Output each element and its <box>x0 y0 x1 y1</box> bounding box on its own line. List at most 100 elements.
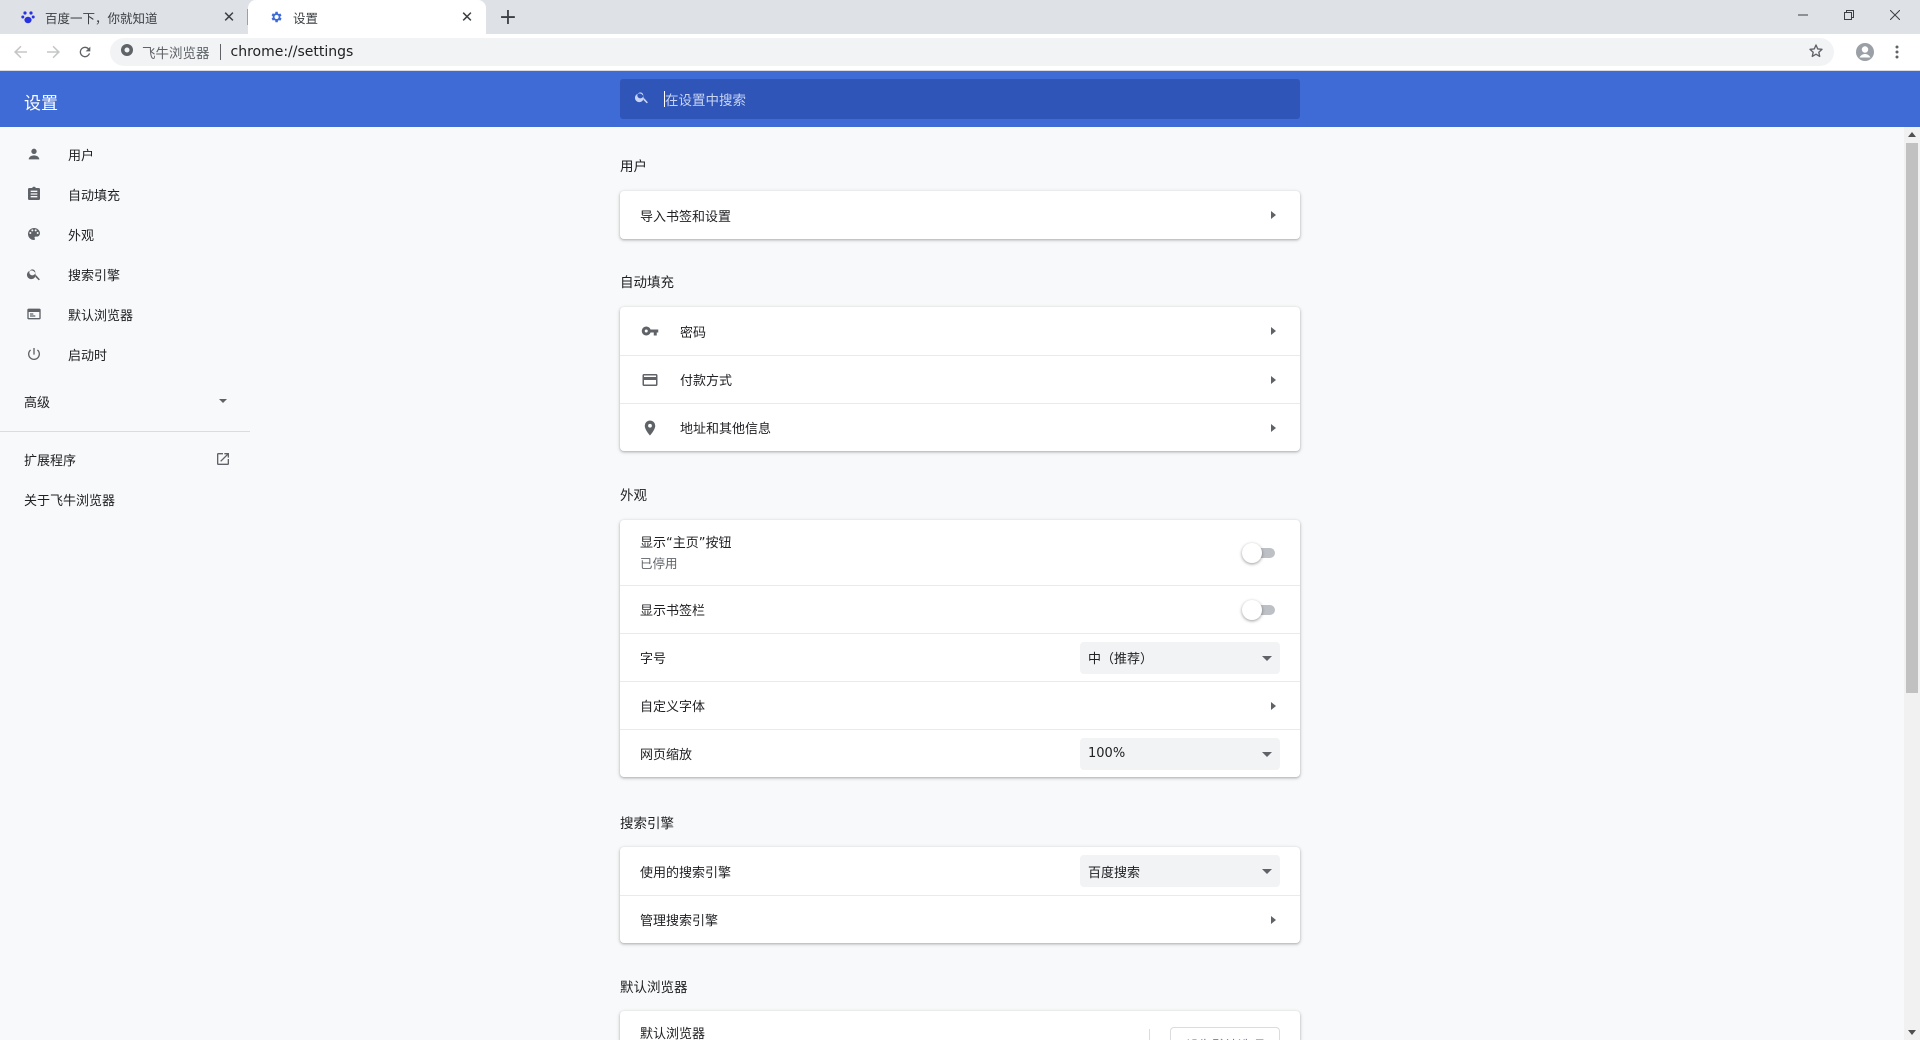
location-pin-icon <box>640 418 660 438</box>
font-size-row: 字号 中（推荐） <box>620 633 1300 681</box>
row-label: 网页缩放 <box>640 748 693 763</box>
scroll-down-arrow[interactable] <box>1908 1030 1916 1035</box>
gear-icon <box>268 9 284 25</box>
sidebar-item-appearance[interactable]: 外观 <box>0 214 250 254</box>
home-button-row[interactable]: 显示“主页”按钮 已停用 <box>620 520 1300 585</box>
browser-window-icon <box>24 304 44 324</box>
profile-avatar[interactable] <box>1852 39 1878 65</box>
sidebar-item-label: 搜索引擎 <box>68 268 121 284</box>
page-zoom-select[interactable]: 100% <box>1080 737 1280 770</box>
dropdown-arrow-icon <box>1262 751 1272 757</box>
scrollbar-thumb[interactable] <box>1906 143 1918 693</box>
close-icon[interactable]: ✕ <box>458 8 476 26</box>
addresses-row[interactable]: 地址和其他信息 <box>620 403 1300 451</box>
sidebar-item-about[interactable]: 关于飞牛浏览器 <box>0 479 250 519</box>
sidebar-item-label: 自动填充 <box>68 188 121 204</box>
make-default-button[interactable]: 设为默认选项 <box>1170 1027 1280 1040</box>
sidebar-item-label: 外观 <box>68 228 95 244</box>
sidebar-item-label: 关于飞牛浏览器 <box>24 493 116 509</box>
font-size-select[interactable]: 中（推荐） <box>1080 641 1280 674</box>
baidu-paw-icon <box>20 9 36 25</box>
home-button-toggle[interactable] <box>1242 542 1276 563</box>
close-window-button[interactable] <box>1872 0 1918 30</box>
sidebar-item-advanced[interactable]: 高级 <box>0 381 250 421</box>
arrow-right-icon <box>1271 327 1276 335</box>
search-engine-row: 使用的搜索引擎 百度搜索 <box>620 847 1300 895</box>
row-label: 自定义字体 <box>640 700 706 715</box>
power-icon <box>24 344 44 364</box>
arrow-right-icon <box>1271 211 1276 219</box>
card-appearance: 显示“主页”按钮 已停用 显示书签栏 字号 中（推荐） 自定义字体 网页缩放 1… <box>620 520 1300 777</box>
select-value: 百度搜索 <box>1088 865 1141 881</box>
sidebar-item-default-browser[interactable]: 默认浏览器 <box>0 294 250 334</box>
palette-icon <box>24 224 44 244</box>
tab-title: 百度一下，你就知道 <box>45 10 158 26</box>
sidebar-item-search-engine[interactable]: 搜索引擎 <box>0 254 250 294</box>
sidebar-divider <box>0 431 250 432</box>
tab-strip: 百度一下，你就知道 ✕ 设置 ✕ + <box>0 0 1920 34</box>
row-label: 导入书签和设置 <box>640 209 732 225</box>
forward-button[interactable] <box>40 39 66 65</box>
address-bar[interactable]: 飞牛浏览器 chrome://settings <box>110 38 1834 66</box>
search-engine-select[interactable]: 百度搜索 <box>1080 855 1280 887</box>
section-title-search: 搜索引擎 <box>620 816 674 832</box>
page-zoom-row: 网页缩放 100% <box>620 729 1300 777</box>
tab-baidu[interactable]: 百度一下，你就知道 ✕ <box>0 0 248 34</box>
person-icon <box>24 144 44 164</box>
browser-toolbar: 飞牛浏览器 chrome://settings <box>0 34 1920 71</box>
reload-button[interactable] <box>72 39 98 65</box>
star-icon[interactable] <box>1808 43 1824 63</box>
sidebar-item-label: 启动时 <box>68 348 108 364</box>
sidebar-item-label: 扩展程序 <box>24 453 77 469</box>
dropdown-arrow-icon <box>1262 869 1272 874</box>
scroll-up-arrow[interactable] <box>1908 132 1916 137</box>
card-autofill: 密码 付款方式 地址和其他信息 <box>620 307 1300 451</box>
settings-header: 设置 在设置中搜索 <box>0 71 1920 127</box>
search-icon <box>634 89 650 109</box>
key-icon <box>640 321 660 341</box>
section-title-appearance: 外观 <box>620 488 647 504</box>
row-sublabel: 已停用 <box>640 556 678 571</box>
sidebar-item-startup[interactable]: 启动时 <box>0 334 250 374</box>
bookmarks-bar-toggle[interactable] <box>1242 599 1276 620</box>
tab-settings[interactable]: 设置 ✕ <box>248 0 486 34</box>
sidebar-item-autofill[interactable]: 自动填充 <box>0 174 250 214</box>
chevron-down-icon <box>219 399 227 403</box>
open-in-new-icon <box>215 451 231 471</box>
arrow-right-icon <box>1271 915 1276 924</box>
section-title-autofill: 自动填充 <box>620 275 674 291</box>
card-user: 导入书签和设置 <box>620 191 1300 239</box>
sidebar-item-user[interactable]: 用户 <box>0 134 250 174</box>
arrow-right-icon <box>1271 701 1276 710</box>
restore-button[interactable] <box>1826 0 1872 30</box>
sidebar-item-extensions[interactable]: 扩展程序 <box>0 439 250 479</box>
settings-search-input[interactable]: 在设置中搜索 <box>620 79 1300 119</box>
search-placeholder: 在设置中搜索 <box>665 93 746 109</box>
payment-methods-row[interactable]: 付款方式 <box>620 355 1300 403</box>
row-label: 地址和其他信息 <box>680 422 772 437</box>
new-tab-button[interactable]: + <box>496 5 520 30</box>
card-default-browser: 默认浏览器 设为默认选项 <box>620 1011 1300 1040</box>
arrow-right-icon <box>1271 423 1276 432</box>
select-value: 100% <box>1088 746 1126 761</box>
bookmarks-bar-row[interactable]: 显示书签栏 <box>620 585 1300 633</box>
custom-fonts-row[interactable]: 自定义字体 <box>620 681 1300 729</box>
url-text[interactable]: chrome://settings <box>231 44 354 60</box>
more-menu-icon[interactable] <box>1884 39 1910 65</box>
manage-search-engines-row[interactable]: 管理搜索引擎 <box>620 895 1300 943</box>
sidebar-item-label: 高级 <box>24 395 51 411</box>
site-info-icon[interactable] <box>120 43 134 61</box>
passwords-row[interactable]: 密码 <box>620 307 1300 355</box>
dropdown-arrow-icon <box>1262 655 1272 661</box>
clipboard-icon <box>24 184 44 204</box>
divider <box>1149 1029 1150 1040</box>
close-icon[interactable]: ✕ <box>220 8 238 26</box>
select-value: 中（推荐） <box>1088 652 1154 667</box>
row-label: 显示“主页”按钮 <box>640 536 732 551</box>
import-bookmarks-row[interactable]: 导入书签和设置 <box>620 191 1300 239</box>
row-label: 付款方式 <box>680 374 733 389</box>
default-browser-row: 默认浏览器 设为默认选项 <box>620 1011 1300 1040</box>
back-button[interactable] <box>8 39 34 65</box>
sidebar-item-label: 默认浏览器 <box>68 308 134 324</box>
minimize-button[interactable] <box>1780 0 1826 30</box>
